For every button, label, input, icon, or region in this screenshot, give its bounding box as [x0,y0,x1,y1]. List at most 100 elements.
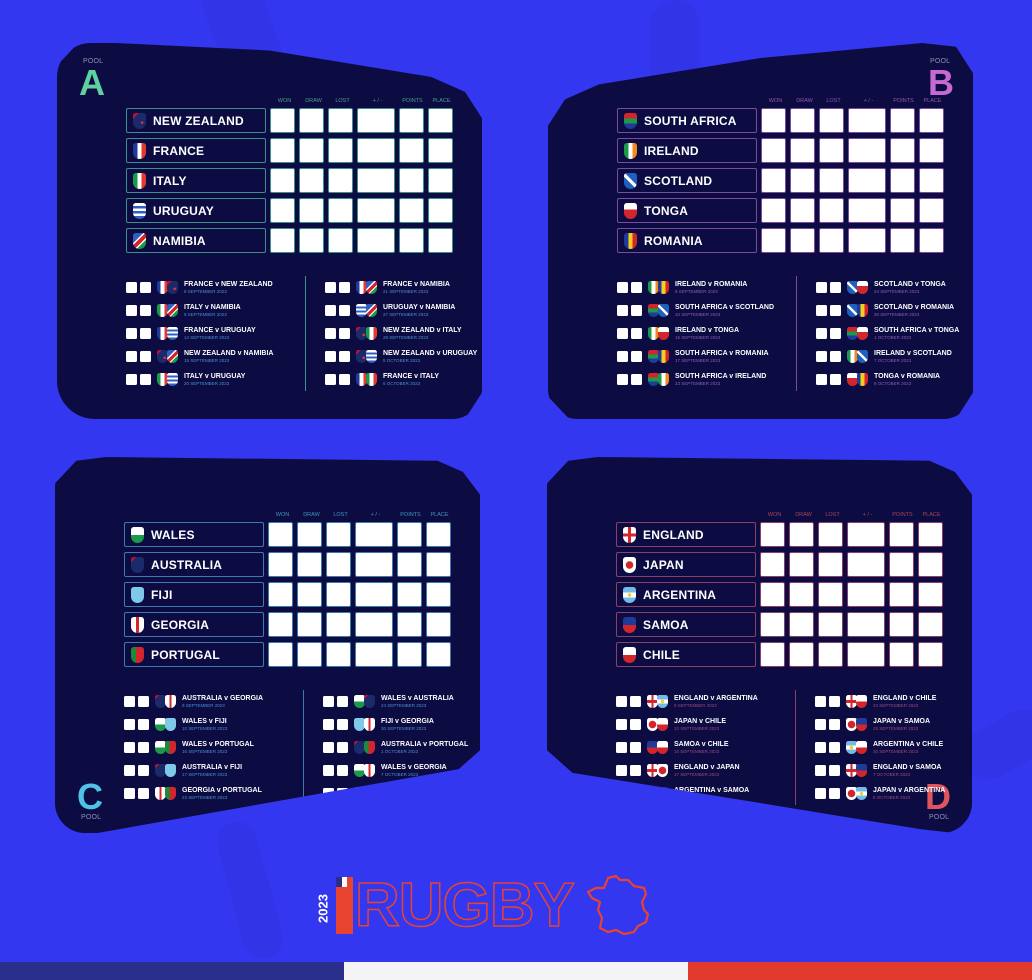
plus-minus-cell[interactable] [355,612,393,637]
won-cell[interactable] [268,552,293,577]
away-score-box[interactable] [829,719,840,730]
draw-cell[interactable] [789,642,814,667]
draw-cell[interactable] [297,522,322,547]
points-cell[interactable] [399,168,424,193]
away-score-box[interactable] [631,328,642,339]
home-score-box[interactable] [126,374,137,385]
home-score-box[interactable] [325,328,336,339]
draw-cell[interactable] [790,138,815,163]
lost-cell[interactable] [326,552,351,577]
plus-minus-cell[interactable] [848,198,886,223]
away-score-box[interactable] [630,696,641,707]
points-cell[interactable] [890,108,915,133]
home-score-box[interactable] [816,328,827,339]
plus-minus-cell[interactable] [847,642,885,667]
home-score-box[interactable] [323,742,334,753]
points-cell[interactable] [399,138,424,163]
draw-cell[interactable] [790,198,815,223]
away-score-box[interactable] [140,305,151,316]
plus-minus-cell[interactable] [355,522,393,547]
home-score-box[interactable] [323,719,334,730]
won-cell[interactable] [268,612,293,637]
home-score-box[interactable] [325,351,336,362]
draw-cell[interactable] [299,198,324,223]
away-score-box[interactable] [337,742,348,753]
away-score-box[interactable] [337,788,348,799]
plus-minus-cell[interactable] [847,582,885,607]
home-score-box[interactable] [124,696,135,707]
home-score-box[interactable] [126,328,137,339]
place-cell[interactable] [428,198,453,223]
away-score-box[interactable] [337,696,348,707]
away-score-box[interactable] [140,351,151,362]
home-score-box[interactable] [325,374,336,385]
plus-minus-cell[interactable] [847,522,885,547]
lost-cell[interactable] [818,552,843,577]
home-score-box[interactable] [815,765,826,776]
plus-minus-cell[interactable] [355,552,393,577]
draw-cell[interactable] [789,522,814,547]
place-cell[interactable] [918,612,943,637]
points-cell[interactable] [890,198,915,223]
home-score-box[interactable] [616,765,627,776]
home-score-box[interactable] [617,328,628,339]
won-cell[interactable] [270,138,295,163]
points-cell[interactable] [890,228,915,253]
plus-minus-cell[interactable] [357,168,395,193]
points-cell[interactable] [889,522,914,547]
draw-cell[interactable] [789,582,814,607]
home-score-box[interactable] [815,719,826,730]
lost-cell[interactable] [328,198,353,223]
away-score-box[interactable] [631,351,642,362]
draw-cell[interactable] [297,582,322,607]
points-cell[interactable] [399,108,424,133]
plus-minus-cell[interactable] [357,228,395,253]
away-score-box[interactable] [140,282,151,293]
away-score-box[interactable] [830,305,841,316]
away-score-box[interactable] [337,765,348,776]
home-score-box[interactable] [816,374,827,385]
home-score-box[interactable] [815,742,826,753]
away-score-box[interactable] [140,328,151,339]
away-score-box[interactable] [830,328,841,339]
plus-minus-cell[interactable] [848,138,886,163]
away-score-box[interactable] [138,719,149,730]
home-score-box[interactable] [616,696,627,707]
won-cell[interactable] [270,108,295,133]
place-cell[interactable] [918,552,943,577]
home-score-box[interactable] [616,788,627,799]
place-cell[interactable] [919,228,944,253]
lost-cell[interactable] [819,168,844,193]
points-cell[interactable] [890,168,915,193]
home-score-box[interactable] [616,719,627,730]
won-cell[interactable] [268,582,293,607]
home-score-box[interactable] [124,788,135,799]
away-score-box[interactable] [138,788,149,799]
home-score-box[interactable] [124,742,135,753]
place-cell[interactable] [918,582,943,607]
away-score-box[interactable] [829,742,840,753]
away-score-box[interactable] [339,328,350,339]
place-cell[interactable] [919,138,944,163]
points-cell[interactable] [397,642,422,667]
home-score-box[interactable] [816,305,827,316]
lost-cell[interactable] [326,612,351,637]
lost-cell[interactable] [818,612,843,637]
away-score-box[interactable] [830,351,841,362]
home-score-box[interactable] [323,765,334,776]
away-score-box[interactable] [140,374,151,385]
home-score-box[interactable] [325,305,336,316]
lost-cell[interactable] [328,138,353,163]
plus-minus-cell[interactable] [355,582,393,607]
place-cell[interactable] [428,108,453,133]
draw-cell[interactable] [299,228,324,253]
lost-cell[interactable] [819,198,844,223]
lost-cell[interactable] [818,642,843,667]
draw-cell[interactable] [790,108,815,133]
home-score-box[interactable] [325,282,336,293]
home-score-box[interactable] [617,351,628,362]
plus-minus-cell[interactable] [848,168,886,193]
lost-cell[interactable] [818,582,843,607]
away-score-box[interactable] [829,765,840,776]
place-cell[interactable] [428,228,453,253]
